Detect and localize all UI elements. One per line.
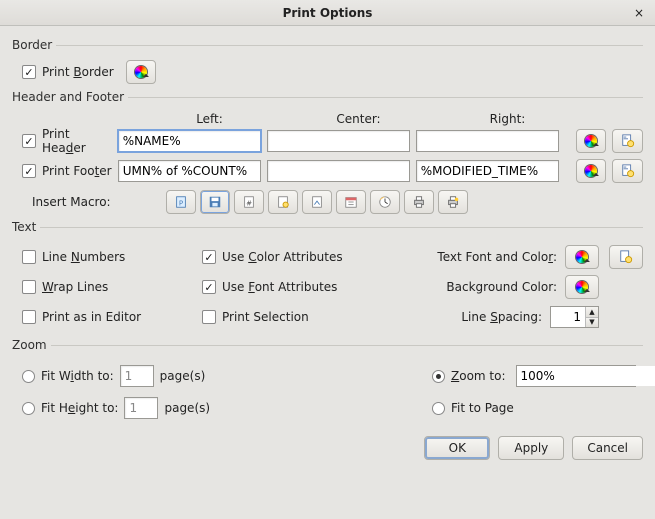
macro-page-arrow-button[interactable] <box>302 190 332 214</box>
svg-text:#: # <box>246 200 252 208</box>
zoom-to-input[interactable] <box>517 366 655 386</box>
text-section-header: Text <box>12 220 643 234</box>
line-spacing-label: Line Spacing: <box>412 310 542 324</box>
fit-height-pages-label: page(s) <box>164 401 210 415</box>
use-color-attributes-checkbox[interactable]: Use Color Attributes <box>202 250 343 264</box>
window-title: Print Options <box>0 6 655 20</box>
footer-color-button[interactable] <box>576 159 607 183</box>
macro-printer-color-button[interactable] <box>438 190 468 214</box>
fit-width-pages-input <box>120 365 154 387</box>
text-font-settings-button[interactable] <box>609 245 643 269</box>
print-as-editor-checkbox[interactable]: Print as in Editor <box>22 310 141 324</box>
titlebar: Print Options × <box>0 0 655 26</box>
zoom-section-header: Zoom <box>12 338 643 352</box>
zoom-to-combo[interactable]: ▼ <box>516 365 636 387</box>
fit-to-page-radio[interactable]: Fit to Page <box>432 401 514 415</box>
close-icon[interactable]: × <box>631 6 647 20</box>
svg-text:P: P <box>179 200 183 208</box>
line-spacing-spinner[interactable]: ▲▼ <box>550 306 599 328</box>
text-font-color-button[interactable] <box>565 245 599 269</box>
header-left-input[interactable] <box>118 130 261 152</box>
apply-button[interactable]: Apply <box>498 436 564 460</box>
fit-width-radio[interactable]: Fit Width to: <box>22 369 114 383</box>
footer-center-input[interactable] <box>267 160 410 182</box>
line-spacing-input[interactable] <box>551 307 585 327</box>
spinner-down-icon[interactable]: ▼ <box>586 318 598 328</box>
header-color-button[interactable] <box>576 129 607 153</box>
macro-calendar-button[interactable] <box>336 190 366 214</box>
print-header-checkbox[interactable]: Print Header <box>22 127 112 155</box>
ok-button[interactable]: OK <box>424 436 490 460</box>
macro-printer-button[interactable] <box>404 190 434 214</box>
header-page-settings-button[interactable] <box>612 129 643 153</box>
border-section-header: Border <box>12 38 643 52</box>
fit-height-radio[interactable]: Fit Height to: <box>22 401 118 415</box>
cancel-button[interactable]: Cancel <box>572 436 643 460</box>
background-color-label: Background Color: <box>412 280 557 294</box>
print-selection-checkbox[interactable]: Print Selection <box>202 310 309 324</box>
border-color-button[interactable] <box>126 60 156 84</box>
text-font-color-label: Text Font and Color: <box>412 250 557 264</box>
use-font-attributes-checkbox[interactable]: Use Font Attributes <box>202 280 337 294</box>
hf-col-center-label: Center: <box>287 112 430 126</box>
macro-hash-button[interactable]: # <box>234 190 264 214</box>
spinner-up-icon[interactable]: ▲ <box>586 307 598 318</box>
hf-col-right-label: Right: <box>436 112 579 126</box>
fit-width-pages-label: page(s) <box>160 369 206 383</box>
macro-save-button[interactable] <box>200 190 230 214</box>
insert-macro-label: Insert Macro: <box>32 195 162 209</box>
macro-page-style-button[interactable] <box>268 190 298 214</box>
footer-left-input[interactable] <box>118 160 261 182</box>
zoom-to-radio[interactable]: Zoom to: <box>432 369 506 383</box>
print-footer-checkbox[interactable]: Print Footer <box>22 164 112 178</box>
background-color-button[interactable] <box>565 275 599 299</box>
fit-height-pages-input <box>124 397 158 419</box>
hf-col-left-label: Left: <box>138 112 281 126</box>
line-numbers-checkbox[interactable]: Line Numbers <box>22 250 125 264</box>
print-border-checkbox[interactable]: Print Border <box>22 65 114 79</box>
wrap-lines-checkbox[interactable]: Wrap Lines <box>22 280 108 294</box>
macro-page-button[interactable]: P <box>166 190 196 214</box>
header-center-input[interactable] <box>267 130 410 152</box>
header-footer-section-header: Header and Footer <box>12 90 643 104</box>
macro-clock-button[interactable] <box>370 190 400 214</box>
footer-page-settings-button[interactable] <box>612 159 643 183</box>
header-right-input[interactable] <box>416 130 559 152</box>
footer-right-input[interactable] <box>416 160 559 182</box>
